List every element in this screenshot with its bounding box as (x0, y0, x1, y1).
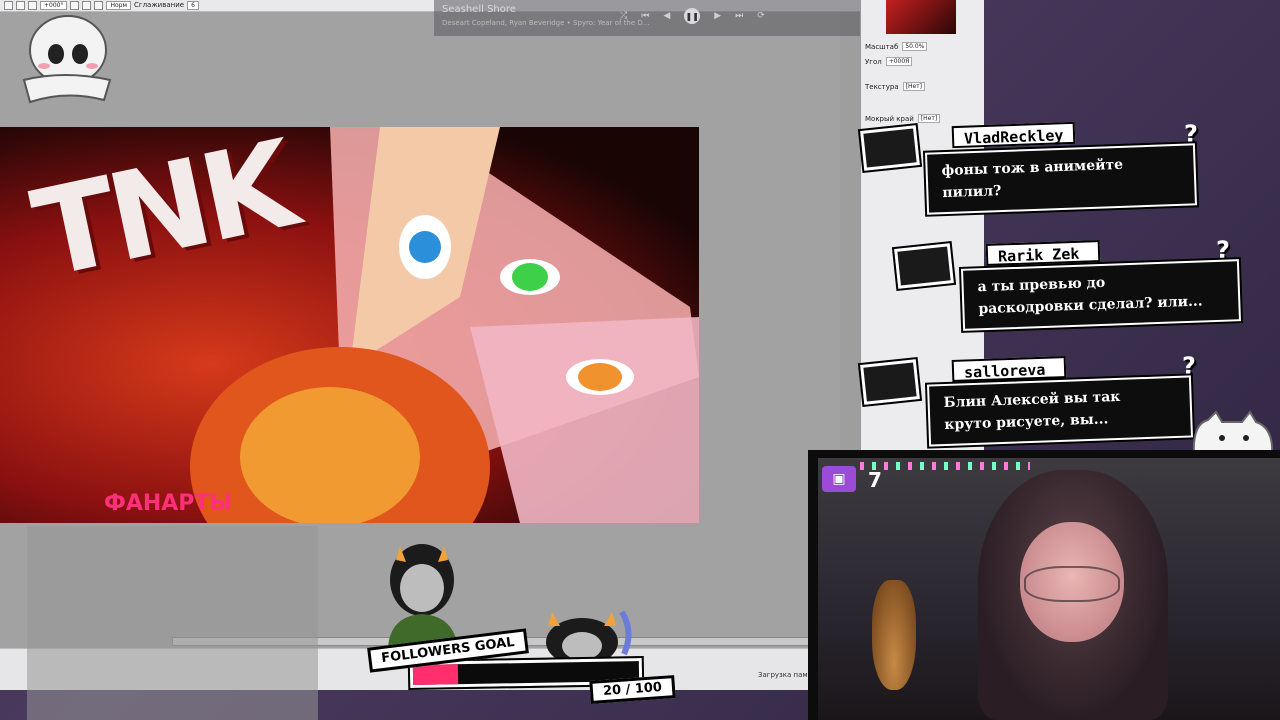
texture-label: Текстура (865, 82, 899, 91)
repeat-icon[interactable]: ⟳ (757, 11, 765, 21)
previous-icon[interactable]: ⏮ (641, 11, 649, 21)
chat-message-text: Блин Алексей вы так круто рисуете, вы... (943, 388, 1121, 434)
zoom-field[interactable]: 50.0% (902, 42, 928, 51)
fairy-lights (860, 462, 1030, 470)
chat-avatar (891, 240, 957, 292)
forward-icon[interactable]: ▶ (714, 11, 721, 21)
next-icon[interactable]: ⏭ (735, 11, 743, 21)
followers-goal-fill (412, 664, 459, 685)
toolbar-button[interactable] (4, 1, 13, 10)
toolbar-button[interactable] (82, 1, 92, 10)
pause-icon[interactable]: ❚❚ (684, 8, 701, 24)
angle-field[interactable]: +000° (40, 1, 68, 10)
wet-edge-row: Мокрый край [Нет] (865, 114, 941, 123)
artwork-subtitle: ФАНАРТЫ (104, 491, 233, 516)
zoom-label: Масштаб (865, 42, 899, 51)
eye-iris-shape (409, 231, 441, 263)
chat-avatar (857, 356, 923, 408)
pumpkin-glow-shape (240, 387, 420, 523)
wet-edge-label: Мокрый край (865, 114, 914, 123)
artwork-canvas[interactable]: TNK ФАНАРТЫ (0, 127, 699, 523)
toolbar-button[interactable] (16, 1, 25, 10)
face-shard-shape (470, 317, 699, 523)
twitch-icon: ▣ (822, 466, 856, 492)
texture-select[interactable]: [Нет] (902, 82, 926, 91)
track-title: Seashell Shore (442, 4, 516, 15)
eye-iris-shape (512, 263, 548, 291)
shuffle-icon[interactable]: ⤮ (620, 11, 627, 21)
angle-label: Угол (865, 57, 882, 66)
troll-character-icon (388, 544, 458, 648)
chat-username: Rarik_Zek_ (985, 240, 1101, 266)
smoothing-field[interactable]: 6 (187, 1, 199, 10)
blend-mode-select[interactable]: Норм (106, 1, 132, 10)
zoom-row: Масштаб 50.0% (865, 42, 928, 51)
track-artist: Deseart Copeland, Ryan Beveridge • Spyro… (442, 19, 650, 27)
texture-row: Текстура [Нет] (865, 82, 926, 91)
chat-message-text: фоны тож в анимейте пилил? (941, 156, 1124, 202)
smoothing-label: Сглаживание (134, 1, 185, 9)
viewer-count: 7 (868, 468, 882, 492)
toolbar-button[interactable] (70, 1, 80, 10)
chat-username: salloreva_ (951, 356, 1067, 382)
chat-username: VladReckley (951, 121, 1076, 149)
navigator-thumbnail[interactable] (886, 0, 956, 34)
media-controls: ⤮ ⏮ ◀ ❚❚ ▶ ⏭ ⟳ (620, 8, 765, 24)
translucent-overlay-panel (27, 526, 318, 720)
chat-message: Блин Алексей вы так круто рисуете, вы... (926, 375, 1194, 447)
chat-message: а ты превью до раскодровки сделал? или..… (961, 259, 1241, 331)
eye-iris-shape (578, 363, 622, 391)
wet-edge-select[interactable]: [Нет] (917, 114, 941, 123)
glasses-icon (1024, 566, 1120, 602)
chat-message-text: а ты превью до раскодровки сделал? или..… (977, 274, 1203, 318)
ghost-sticker-icon (22, 15, 112, 104)
rewind-icon[interactable]: ◀ (663, 11, 670, 21)
toolbar-button[interactable] (28, 1, 37, 10)
guitar-shape (872, 580, 916, 690)
chat-avatar (857, 122, 923, 174)
angle-row: Угол +000Я (865, 57, 913, 66)
chat-message: фоны тож в анимейте пилил? (925, 143, 1197, 215)
angle-field[interactable]: +000Я (885, 57, 913, 66)
toolbar-button[interactable] (94, 1, 104, 10)
troll-character-icon (546, 610, 632, 658)
